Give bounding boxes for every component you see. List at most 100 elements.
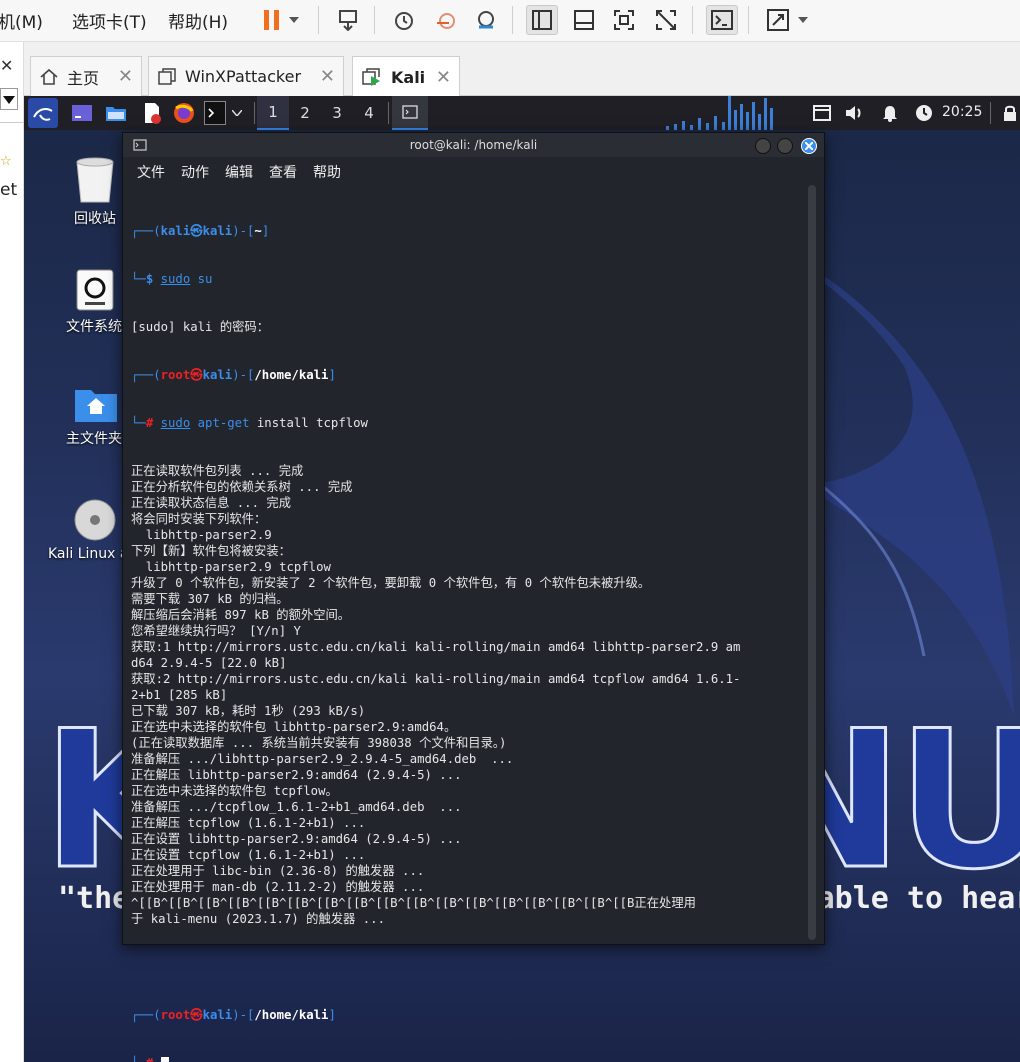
close-icon[interactable]: ✕ bbox=[436, 67, 451, 88]
output-line: ^[[B^[[B^[[B^[[B^[[B^[[B^[[B^[[B^[[B^[[B… bbox=[131, 896, 696, 910]
output-line: 获取:1 http://mirrors.ustc.edu.cn/kali kal… bbox=[131, 640, 741, 654]
menu-view[interactable]: 查看 bbox=[269, 162, 297, 182]
file-manager-icon[interactable] bbox=[104, 101, 128, 125]
divider bbox=[512, 6, 513, 34]
menu-tabs[interactable]: 选项卡(T) bbox=[72, 8, 147, 33]
window-icon[interactable] bbox=[810, 101, 834, 125]
text-cursor bbox=[160, 1056, 169, 1062]
divider bbox=[374, 6, 375, 34]
output-line: 需要下载 307 kB 的归档。 bbox=[131, 592, 289, 606]
divider bbox=[990, 102, 991, 124]
output-line: 升级了 0 个软件包，新安装了 2 个软件包，要卸载 0 个软件包，有 0 个软… bbox=[131, 576, 651, 590]
tab-kali[interactable]: Kali ✕ bbox=[352, 56, 460, 97]
vm-icon bbox=[158, 67, 176, 85]
tab-winxpattacker[interactable]: WinXPattacker ✕ bbox=[148, 56, 344, 96]
notification-bell-icon[interactable] bbox=[878, 101, 902, 125]
kali-menu-icon[interactable] bbox=[28, 98, 58, 128]
kali-top-panel: 1 2 3 4 20:25 bbox=[24, 96, 1020, 130]
minimize-button[interactable] bbox=[755, 138, 771, 154]
chevron-down-icon[interactable] bbox=[284, 5, 304, 35]
divider bbox=[692, 6, 693, 34]
menu-edit[interactable]: 编辑 bbox=[225, 162, 253, 182]
workspace-1[interactable]: 1 bbox=[257, 96, 289, 130]
menu-help[interactable]: 帮助(H) bbox=[168, 8, 228, 33]
unity-icon[interactable] bbox=[650, 5, 682, 35]
close-icon[interactable]: ✕ bbox=[320, 66, 335, 87]
vm-display[interactable]: KALI LINUX "the quieter you become, the … bbox=[24, 96, 1020, 1062]
workspace-2[interactable]: 2 bbox=[289, 96, 321, 130]
taskbar-terminal-window[interactable] bbox=[392, 96, 428, 130]
revert-snapshot-icon[interactable] bbox=[430, 5, 462, 35]
menu-help[interactable]: 帮助 bbox=[313, 162, 341, 182]
output-line: 您希望继续执行吗？ [Y/n] Y bbox=[131, 624, 301, 638]
close-icon[interactable]: ✕ bbox=[0, 56, 13, 75]
output-line: d64 2.9.4-5 [22.0 kB] bbox=[131, 656, 287, 670]
output-line: 正在设置 libhttp-parser2.9:amd64 (2.9.4-5) .… bbox=[131, 832, 462, 846]
library-item-label[interactable]: et bbox=[0, 180, 17, 200]
command-line: └─# sudo apt-get install tcpflow bbox=[131, 416, 368, 430]
command-line: └─# bbox=[131, 1055, 801, 1062]
output-line: libhttp-parser2.9 bbox=[131, 528, 272, 542]
sidebar-toggle-icon[interactable] bbox=[526, 5, 558, 35]
clock: 20:25 bbox=[942, 104, 983, 120]
workspace-3[interactable]: 3 bbox=[321, 96, 353, 130]
terminal-output[interactable]: ┌──(kali㉿kali)-[~] └─$ sudo su [sudo] ka… bbox=[131, 191, 801, 1062]
star-icon: ☆ bbox=[0, 154, 12, 169]
terminal-titlebar[interactable]: root@kali: /home/kali bbox=[123, 133, 824, 157]
fullscreen-icon[interactable] bbox=[608, 5, 640, 35]
trash-icon bbox=[76, 157, 114, 203]
output-line: (正在读取数据库 ... 系统当前共安装有 398038 个文件和目录。) bbox=[131, 736, 507, 750]
output-line: 准备解压 .../tcpflow_1.6.1-2+b1_amd64.deb ..… bbox=[131, 800, 462, 814]
menu-file[interactable]: 文件 bbox=[137, 162, 165, 182]
firefox-icon[interactable] bbox=[172, 101, 196, 125]
maximize-button[interactable] bbox=[777, 138, 793, 154]
apt-output: 正在读取软件包列表 ... 完成 正在分析软件包的依赖关系树 ... 完成 正在读取… bbox=[131, 463, 801, 927]
output-line: 正在处理用于 libc-bin (2.36-8) 的触发器 ... bbox=[131, 864, 425, 878]
send-keys-icon[interactable] bbox=[332, 5, 364, 35]
terminal-icon bbox=[133, 139, 147, 151]
snapshot-manager-icon[interactable] bbox=[470, 5, 502, 35]
tab-label: Kali bbox=[391, 67, 426, 87]
power-icon[interactable] bbox=[912, 101, 936, 125]
menu-actions[interactable]: 动作 bbox=[181, 162, 209, 182]
divider bbox=[388, 102, 389, 124]
chevron-down-icon[interactable] bbox=[794, 5, 812, 35]
output-line: 于 kali-menu (2023.1.7) 的触发器 ... bbox=[131, 912, 385, 926]
prompt-line: ┌──(root㉿kali)-[/home/kali] bbox=[131, 368, 336, 382]
close-button[interactable] bbox=[801, 138, 817, 154]
console-view-icon[interactable] bbox=[568, 5, 600, 35]
library-dropdown[interactable] bbox=[0, 88, 18, 110]
snapshot-icon[interactable] bbox=[388, 5, 420, 35]
workspace-4[interactable]: 4 bbox=[353, 96, 385, 130]
output-line: 准备解压 .../libhttp-parser2.9_2.9.4-5_amd64… bbox=[131, 752, 514, 766]
divider bbox=[0, 122, 24, 123]
lock-icon[interactable] bbox=[998, 101, 1020, 125]
output-line: 正在设置 tcpflow (1.6.1-2+b1) ... bbox=[131, 848, 366, 862]
cpu-graph bbox=[666, 96, 773, 130]
close-icon bbox=[805, 142, 813, 150]
filesystem-icon bbox=[76, 269, 114, 311]
home-folder-icon bbox=[75, 390, 117, 422]
divider bbox=[748, 6, 749, 34]
volume-icon[interactable] bbox=[842, 101, 866, 125]
chevron-down-icon[interactable] bbox=[230, 101, 244, 125]
disc-icon bbox=[74, 499, 116, 541]
terminal-scrollbar[interactable] bbox=[808, 185, 816, 940]
terminal-window[interactable]: root@kali: /home/kali 文件 动作 编辑 查看 帮助 ┌──… bbox=[122, 132, 825, 1062]
output-line: 下列【新】软件包将被安装： bbox=[131, 544, 291, 558]
prompt-line: ┌──(kali㉿kali)-[~] bbox=[131, 224, 270, 238]
output-line: 将会同时安装下列软件： bbox=[131, 512, 267, 526]
tab-label: 主页 bbox=[67, 68, 100, 88]
close-icon[interactable]: ✕ bbox=[118, 66, 133, 87]
terminal-launcher-icon[interactable] bbox=[204, 101, 226, 125]
vmware-menubar: 机(M) 选项卡(T) 帮助(H) bbox=[0, 0, 1020, 42]
terminal-menubar: 文件 动作 编辑 查看 帮助 bbox=[123, 157, 824, 185]
output-line: 正在选中未选择的软件包 tcpflow。 bbox=[131, 784, 338, 798]
library-sidebar: ✕ ☆ et bbox=[0, 42, 24, 1062]
text-editor-icon[interactable] bbox=[140, 101, 164, 125]
terminal-icon[interactable] bbox=[706, 5, 738, 35]
stretch-icon[interactable] bbox=[762, 5, 794, 35]
tab-home[interactable]: 主页 ✕ bbox=[30, 56, 142, 96]
menu-vm[interactable]: 机(M) bbox=[0, 8, 43, 33]
show-desktop-icon[interactable] bbox=[70, 101, 94, 125]
